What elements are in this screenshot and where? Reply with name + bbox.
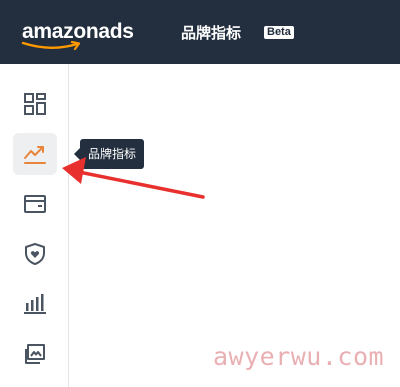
watermark-text: awyerwu.com: [213, 342, 385, 371]
red-annotation-arrow: [62, 157, 205, 199]
